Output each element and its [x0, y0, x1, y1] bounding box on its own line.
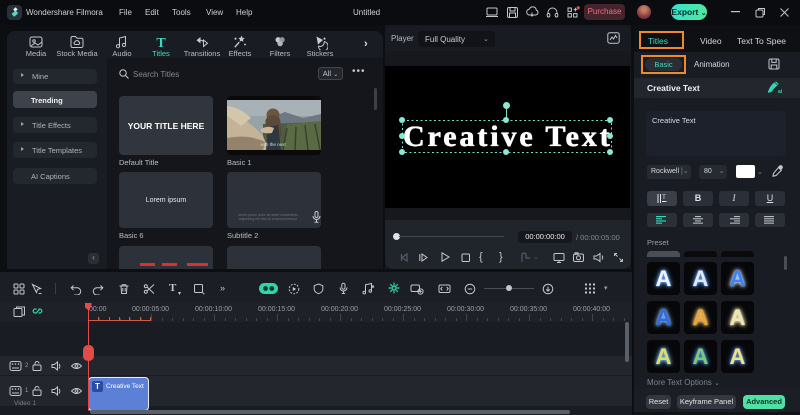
svg-text:ai: ai	[778, 89, 783, 94]
svg-text:with the next: with the next	[260, 142, 286, 147]
svg-text:T: T	[156, 36, 166, 50]
svg-text:T: T	[662, 195, 666, 201]
